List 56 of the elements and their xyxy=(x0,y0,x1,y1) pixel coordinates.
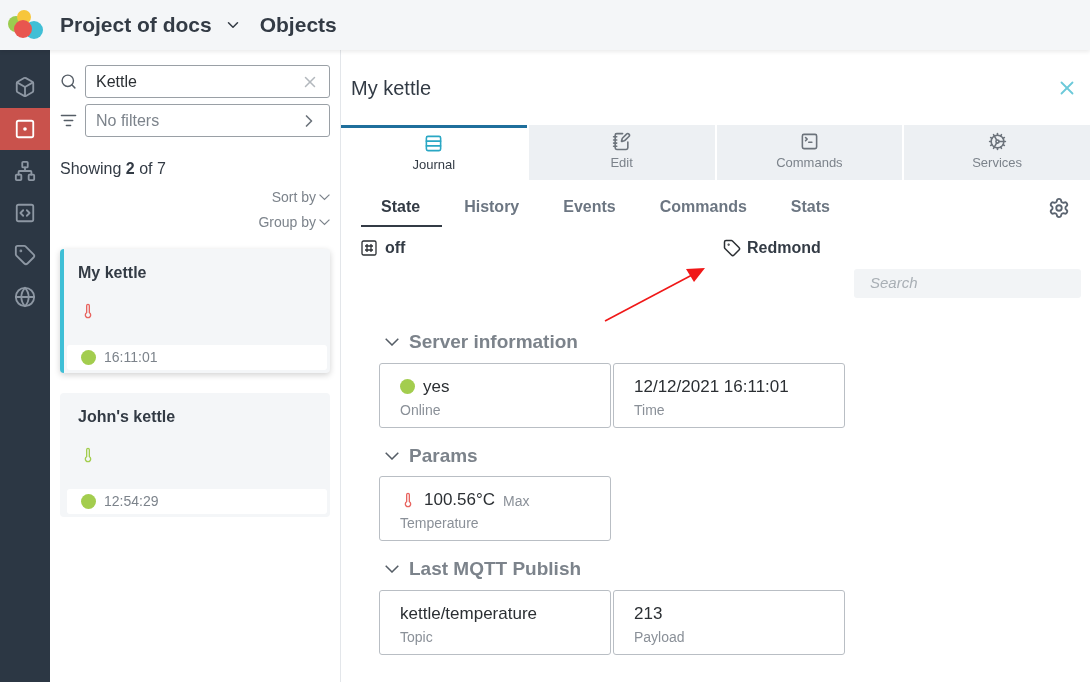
globe-icon xyxy=(14,286,36,308)
section-header[interactable]: Last MQTT Publish xyxy=(385,555,1052,584)
tree-icon xyxy=(14,160,36,182)
sidebar-item[interactable] xyxy=(0,108,50,150)
object-time: 16:11:01 xyxy=(104,348,158,367)
subtab[interactable]: History xyxy=(442,188,542,227)
page-title: Objects xyxy=(259,12,337,39)
object-time: 12:54:29 xyxy=(104,492,159,511)
object-name: John's kettle xyxy=(78,407,177,427)
object-card[interactable]: My kettle 16:11:01 xyxy=(60,249,330,373)
field-value: 213 xyxy=(634,602,663,625)
section-header[interactable]: Server information xyxy=(385,328,1052,357)
object-name: My kettle xyxy=(78,263,148,283)
tag-icon xyxy=(723,239,741,257)
tag-icon xyxy=(14,244,36,266)
search-field[interactable]: Kettle xyxy=(85,65,330,98)
filter-field[interactable]: No filters xyxy=(85,104,330,137)
field-value: yes xyxy=(423,375,450,398)
field-label: Time xyxy=(634,400,666,420)
object-card[interactable]: John's kettle 12:54:29 xyxy=(60,393,330,517)
settings-icon[interactable] xyxy=(1048,196,1070,219)
section-header[interactable]: Params xyxy=(385,441,1052,470)
logo-icon xyxy=(6,8,46,42)
filter-icon xyxy=(60,112,77,129)
chevron-icon xyxy=(319,194,330,201)
field-note: Max xyxy=(503,491,530,511)
project-dropdown[interactable]: Project of docs xyxy=(60,9,242,41)
field-value: kettle/temperature xyxy=(400,602,537,625)
subtab[interactable]: Events xyxy=(541,188,638,227)
result-count: Showing 2 of 7 xyxy=(60,159,167,179)
tab[interactable]: Edit xyxy=(528,125,715,180)
field-value: 100.56°C xyxy=(424,489,496,512)
chevron-icon xyxy=(385,565,399,574)
field-label: Topic xyxy=(400,627,434,647)
code-icon xyxy=(14,202,36,224)
tab[interactable]: Services xyxy=(904,125,1090,180)
subtab[interactable]: State xyxy=(361,188,443,227)
chevron-icon xyxy=(385,338,399,347)
field-label: Online xyxy=(400,400,442,420)
chevron-icon xyxy=(385,451,399,460)
hash-icon xyxy=(361,240,377,256)
state-value: off xyxy=(385,238,406,258)
search-icon xyxy=(60,73,77,90)
tab[interactable]: Commands xyxy=(716,125,903,180)
sort-dropdown[interactable]: Sort by xyxy=(271,187,330,208)
subtab[interactable]: Commands xyxy=(637,188,769,227)
field-value: 12/12/2021 16:11:01 xyxy=(634,375,789,398)
tag-label: Redmond xyxy=(747,238,821,258)
chevron-icon xyxy=(319,219,330,226)
group-dropdown[interactable]: Group by xyxy=(258,212,330,233)
subtab[interactable]: Stats xyxy=(768,188,852,227)
detail-title: My kettle xyxy=(351,75,432,101)
cube-icon xyxy=(14,76,36,98)
field-label: Payload xyxy=(634,627,686,647)
target-icon xyxy=(14,118,36,140)
field-label: Temperature xyxy=(400,514,480,533)
